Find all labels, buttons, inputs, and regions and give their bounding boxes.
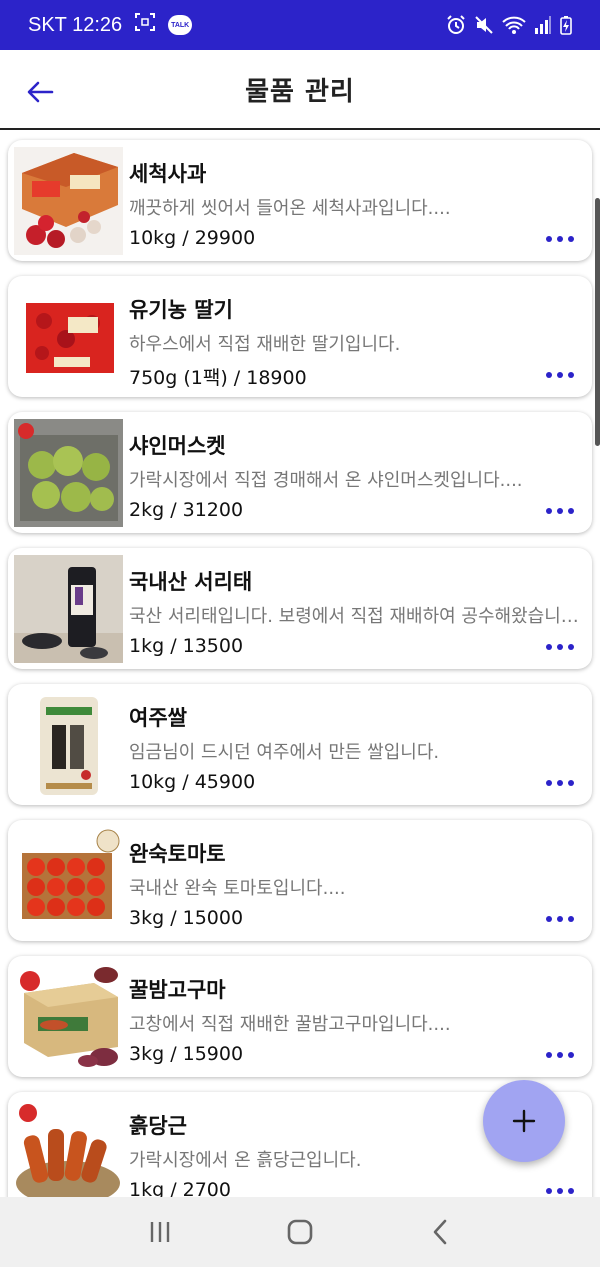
product-name: 국내산 서리태: [129, 570, 253, 594]
product-card[interactable]: 유기농 딸기 하우스에서 직접 재배한 딸기입니다. 750g (1팩) / 1…: [8, 276, 592, 397]
dot-icon: [546, 236, 552, 242]
product-card[interactable]: 여주쌀 임금님이 드시던 여주에서 만든 쌀입니다. 10kg / 45900: [8, 684, 592, 805]
product-card[interactable]: 꿀밤고구마 고창에서 직접 재배한 꿀밤고구마입니다.... 3kg / 159…: [8, 956, 592, 1077]
product-description: 가락시장에서 직접 경매해서 온 샤인머스켓입니다....: [129, 470, 523, 491]
dot-icon: [568, 1188, 574, 1194]
dot-icon: [568, 916, 574, 922]
mute-icon: [474, 15, 494, 35]
kakaotalk-icon: TALK: [168, 15, 193, 35]
dot-icon: [557, 644, 563, 650]
product-name: 유기농 딸기: [129, 298, 233, 322]
carrot-basket-image: [14, 1099, 123, 1197]
dot-icon: [546, 372, 552, 378]
dot-icon: [546, 508, 552, 514]
dot-icon: [557, 508, 563, 514]
apple-box-image: [14, 147, 123, 255]
dot-icon: [557, 1052, 563, 1058]
more-options-button[interactable]: [546, 776, 574, 790]
strawberry-box-image: [14, 283, 123, 391]
product-name: 여주쌀: [129, 706, 187, 730]
home-icon: [287, 1219, 313, 1245]
status-bar: SKT 12:26 TALK: [0, 0, 600, 50]
dot-icon: [557, 236, 563, 242]
black-bean-jar-image: [14, 555, 123, 663]
status-left: SKT 12:26 TALK: [28, 12, 193, 38]
add-product-button[interactable]: [483, 1080, 565, 1162]
dot-icon: [546, 1188, 552, 1194]
product-description: 깨끗하게 씻어서 들어온 세척사과입니다....: [129, 198, 451, 219]
product-name: 완숙토마토: [129, 842, 226, 866]
product-name: 흙당근: [129, 1114, 187, 1138]
more-options-button[interactable]: [546, 912, 574, 926]
status-right: [446, 15, 572, 35]
product-price: 2kg / 31200: [129, 499, 244, 521]
carrier-time: SKT 12:26: [28, 13, 123, 36]
more-options-button[interactable]: [546, 504, 574, 518]
back-button[interactable]: [22, 74, 58, 110]
product-name: 꿀밤고구마: [129, 978, 226, 1002]
dot-icon: [557, 1188, 563, 1194]
dot-icon: [568, 644, 574, 650]
product-card[interactable]: 샤인머스켓 가락시장에서 직접 경매해서 온 샤인머스켓입니다.... 2kg …: [8, 412, 592, 533]
product-price: 10kg / 29900: [129, 227, 256, 249]
product-price: 3kg / 15000: [129, 907, 244, 929]
more-options-button[interactable]: [546, 1048, 574, 1062]
product-description: 임금님이 드시던 여주에서 만든 쌀입니다.: [129, 742, 440, 763]
more-options-button[interactable]: [546, 640, 574, 654]
product-card[interactable]: 국내산 서리태 국산 서리태입니다. 보령에서 직접 재배하여 공수해왔습니다.…: [8, 548, 592, 669]
plus-icon: [512, 1109, 536, 1133]
sweet-potato-box-image: [14, 963, 123, 1071]
dot-icon: [568, 372, 574, 378]
screen-capture-icon: [134, 12, 156, 38]
product-name: 샤인머스켓: [129, 434, 226, 458]
product-description: 고창에서 직접 재배한 꿀밤고구마입니다....: [129, 1014, 451, 1035]
product-name: 세척사과: [129, 162, 207, 186]
rice-bag-image: [14, 691, 123, 799]
dot-icon: [557, 372, 563, 378]
system-nav-bar: [0, 1197, 600, 1267]
product-description: 국내산 완숙 토마토입니다....: [129, 878, 346, 899]
recent-apps-button[interactable]: [135, 1212, 185, 1252]
dot-icon: [546, 644, 552, 650]
product-price: 3kg / 15900: [129, 1043, 244, 1065]
product-price: 1kg / 2700: [129, 1179, 231, 1197]
product-price: 10kg / 45900: [129, 771, 256, 793]
product-list[interactable]: 세척사과 깨끗하게 씻어서 들어온 세척사과입니다.... 10kg / 299…: [0, 131, 600, 1197]
wifi-icon: [502, 15, 526, 35]
more-options-button[interactable]: [546, 368, 574, 382]
product-price: 750g (1팩) / 18900: [129, 367, 307, 389]
product-description: 하우스에서 직접 재배한 딸기입니다.: [129, 334, 401, 355]
arrow-left-icon: [27, 81, 54, 103]
system-back-button[interactable]: [415, 1212, 465, 1252]
dot-icon: [546, 1052, 552, 1058]
dot-icon: [568, 508, 574, 514]
scrollbar[interactable]: [595, 198, 600, 446]
page-title: 물품 관리: [245, 76, 355, 107]
grape-box-image: [14, 419, 123, 527]
home-button[interactable]: [275, 1212, 325, 1252]
product-card[interactable]: 세척사과 깨끗하게 씻어서 들어온 세척사과입니다.... 10kg / 299…: [8, 140, 592, 261]
product-card[interactable]: 완숙토마토 국내산 완숙 토마토입니다.... 3kg / 15000: [8, 820, 592, 941]
dot-icon: [557, 916, 563, 922]
dot-icon: [546, 916, 552, 922]
signal-icon: [534, 15, 552, 35]
talk-badge-text: TALK: [171, 21, 190, 29]
dot-icon: [557, 780, 563, 786]
product-description: 국산 서리태입니다. 보령에서 직접 재배하여 공수해왔습니다.: [129, 606, 579, 627]
recent-apps-icon: [150, 1222, 170, 1242]
dot-icon: [568, 236, 574, 242]
app-bar: 물품 관리: [0, 50, 600, 130]
alarm-icon: [446, 15, 466, 35]
dot-icon: [546, 780, 552, 786]
more-options-button[interactable]: [546, 232, 574, 246]
back-icon: [433, 1219, 447, 1245]
dot-icon: [568, 780, 574, 786]
battery-charging-icon: [560, 15, 572, 35]
more-options-button[interactable]: [546, 1184, 574, 1197]
tomato-box-image: [14, 827, 123, 935]
product-price: 1kg / 13500: [129, 635, 244, 657]
dot-icon: [568, 1052, 574, 1058]
